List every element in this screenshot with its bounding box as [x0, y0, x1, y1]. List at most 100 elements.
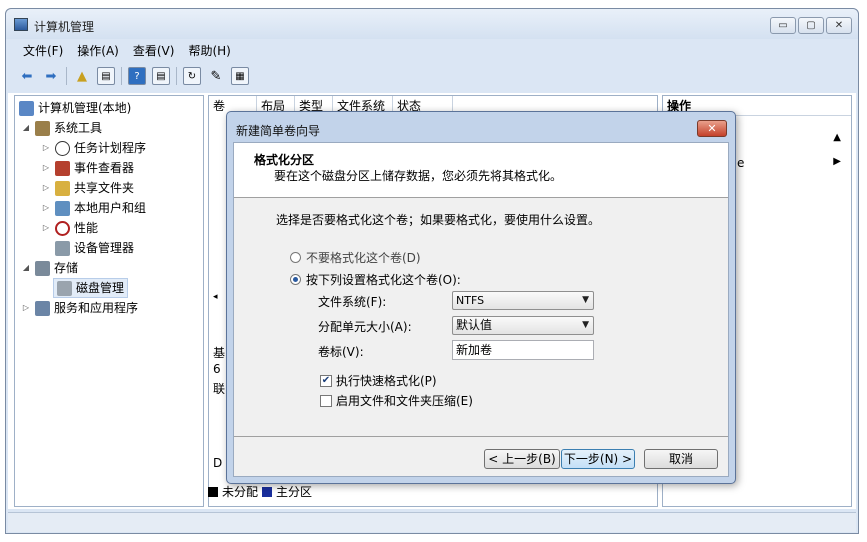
- radio-label: 不要格式化这个卷(D): [306, 251, 421, 265]
- tools-icon: [35, 120, 50, 136]
- submenu-arrow-icon[interactable]: ▶: [833, 156, 841, 167]
- tree-item-label: 共享文件夹: [74, 181, 135, 195]
- dialog-separator: [234, 436, 728, 437]
- tree-item-task-scheduler[interactable]: ▷ 任务计划程序: [41, 138, 146, 158]
- minimize-button[interactable]: ▭: [770, 17, 796, 34]
- legend-unallocated: 未分配: [222, 485, 259, 499]
- back-arrow-icon[interactable]: ⬅: [18, 67, 36, 85]
- menu-file[interactable]: 文件(F): [23, 41, 63, 61]
- chevron-down-icon: ▼: [582, 320, 589, 330]
- tree-item-label: 任务计划程序: [74, 141, 147, 155]
- menu-view[interactable]: 查看(V): [133, 41, 175, 61]
- disk-settings-icon[interactable]: ▦: [231, 67, 249, 85]
- expand-arrow-icon[interactable]: ▷: [41, 138, 51, 158]
- tree-item-local-users[interactable]: ▷ 本地用户和组: [41, 198, 146, 218]
- tree-item-label: 存储: [54, 261, 79, 275]
- allocation-unit-label: 分配单元大小(A):: [318, 320, 412, 334]
- next-button[interactable]: 下一步(N) >: [561, 449, 635, 469]
- radio-no-format[interactable]: 不要格式化这个卷(D): [290, 249, 421, 266]
- tree-item-label: 设备管理器: [74, 241, 135, 255]
- expand-arrow-icon[interactable]: ▷: [41, 218, 51, 238]
- tree-item-event-viewer[interactable]: ▷ 事件查看器: [41, 158, 134, 178]
- checkbox-checked[interactable]: ✔: [320, 374, 332, 387]
- tree-item-shared-folders[interactable]: ▷ 共享文件夹: [41, 178, 134, 198]
- properties-icon[interactable]: ✎: [207, 67, 225, 85]
- services-icon: [35, 300, 50, 316]
- menu-action[interactable]: 操作(A): [77, 41, 119, 61]
- expand-arrow-icon[interactable]: ▷: [41, 198, 51, 218]
- disk-label: 联: [213, 382, 226, 396]
- dialog-close-button[interactable]: ✕: [697, 120, 727, 137]
- step-heading: 格式化分区: [254, 153, 315, 167]
- expand-arrow-icon[interactable]: ▷: [21, 298, 31, 318]
- tree-item-label: 性能: [74, 221, 99, 235]
- checkbox-label: 启用文件和文件夹压缩(E): [336, 394, 473, 408]
- allocation-unit-value: 默认值: [456, 318, 493, 332]
- shared-folder-icon: [55, 180, 70, 196]
- compression-checkbox[interactable]: 启用文件和文件夹压缩(E): [320, 392, 473, 409]
- legend-primary: 主分区: [276, 485, 313, 499]
- collapse-arrow-icon[interactable]: ◢: [21, 118, 31, 138]
- allocation-unit-select[interactable]: 默认值 ▼: [452, 316, 594, 335]
- toolbar-separator: [121, 67, 122, 85]
- performance-icon: [55, 220, 70, 236]
- toolbar: ⬅ ➡ ▲ ▤ ? ▤ ↻ ✎ ▦: [6, 64, 858, 88]
- step-description: 要在这个磁盘分区上储存数据，您必须先将其格式化。: [274, 169, 563, 183]
- maximize-button[interactable]: ▢: [798, 17, 824, 34]
- tree-item-disk-management[interactable]: 磁盘管理: [53, 278, 129, 298]
- chevron-down-icon: ▼: [582, 295, 589, 305]
- back-button[interactable]: < 上一步(B): [484, 449, 560, 469]
- storage-icon: [35, 260, 50, 276]
- filesystem-select[interactable]: NTFS ▼: [452, 291, 594, 310]
- toolbar-separator: [176, 67, 177, 85]
- help-icon[interactable]: ?: [128, 67, 146, 85]
- status-bar: [8, 512, 856, 532]
- up-folder-icon[interactable]: ▲: [73, 67, 91, 85]
- event-viewer-icon: [55, 160, 70, 176]
- refresh-icon[interactable]: ↻: [183, 67, 201, 85]
- expand-arrow-icon[interactable]: ▷: [41, 178, 51, 198]
- tree-item-device-manager[interactable]: 设备管理器: [55, 238, 134, 258]
- tree-item-system-tools[interactable]: ◢ 系统工具: [21, 118, 102, 138]
- navigation-tree: 计算机管理(本地) ◢ 系统工具 ▷ 任务计划程序 ▷ 事件查看器 ▷ 共享文件…: [14, 95, 204, 507]
- dialog-title: 新建简单卷向导: [236, 124, 321, 138]
- tree-item-label: 事件查看器: [74, 161, 135, 175]
- tree-item-label: 本地用户和组: [74, 201, 147, 215]
- close-button[interactable]: ✕: [826, 17, 852, 34]
- dialog-header: 格式化分区 要在这个磁盘分区上储存数据，您必须先将其格式化。: [234, 143, 728, 198]
- tree-item-storage[interactable]: ◢ 存储: [21, 258, 78, 278]
- tree-item-label: 计算机管理(本地): [38, 101, 132, 115]
- volume-label-input[interactable]: 新加卷: [452, 340, 594, 360]
- cancel-button[interactable]: 取消: [644, 449, 718, 469]
- show-tree-icon[interactable]: ▤: [97, 67, 115, 85]
- disk-icon: [57, 280, 72, 296]
- volume-label-label: 卷标(V):: [318, 345, 364, 359]
- checkbox-unchecked[interactable]: [320, 394, 332, 407]
- tree-item-services-apps[interactable]: ▷ 服务和应用程序: [21, 298, 138, 318]
- tree-item-label: 磁盘管理: [76, 281, 125, 295]
- scroll-left-icon[interactable]: ◂: [213, 292, 218, 302]
- filesystem-label: 文件系统(F):: [318, 295, 387, 309]
- radio-format[interactable]: 按下列设置格式化这个卷(O):: [290, 271, 461, 288]
- checkbox-label: 执行快速格式化(P): [336, 374, 437, 388]
- disk-label: D: [213, 456, 223, 470]
- expand-arrow-icon[interactable]: ▷: [41, 158, 51, 178]
- radio-button-selected[interactable]: [290, 274, 301, 285]
- collapse-up-icon[interactable]: ▲: [833, 132, 841, 143]
- forward-arrow-icon[interactable]: ➡: [42, 67, 60, 85]
- menu-bar: 文件(F) 操作(A) 查看(V) 帮助(H): [6, 41, 858, 61]
- radio-label: 按下列设置格式化这个卷(O):: [306, 273, 461, 287]
- device-manager-icon: [55, 240, 70, 256]
- radio-button[interactable]: [290, 252, 301, 263]
- show-action-pane-icon[interactable]: ▤: [152, 67, 170, 85]
- menu-help[interactable]: 帮助(H): [188, 41, 230, 61]
- actions-item-partial[interactable]: e: [737, 156, 744, 170]
- dialog-body: 格式化分区 要在这个磁盘分区上储存数据，您必须先将其格式化。 选择是否要格式化这…: [233, 142, 729, 477]
- tree-item-performance[interactable]: ▷ 性能: [41, 218, 98, 238]
- computer-management-icon: [14, 18, 28, 31]
- toolbar-separator: [66, 67, 67, 85]
- collapse-arrow-icon[interactable]: ◢: [21, 258, 31, 278]
- title-bar: 计算机管理 ▭ ▢ ✕: [6, 9, 858, 39]
- tree-item-root[interactable]: 计算机管理(本地): [19, 98, 131, 118]
- quick-format-checkbox[interactable]: ✔ 执行快速格式化(P): [320, 372, 437, 389]
